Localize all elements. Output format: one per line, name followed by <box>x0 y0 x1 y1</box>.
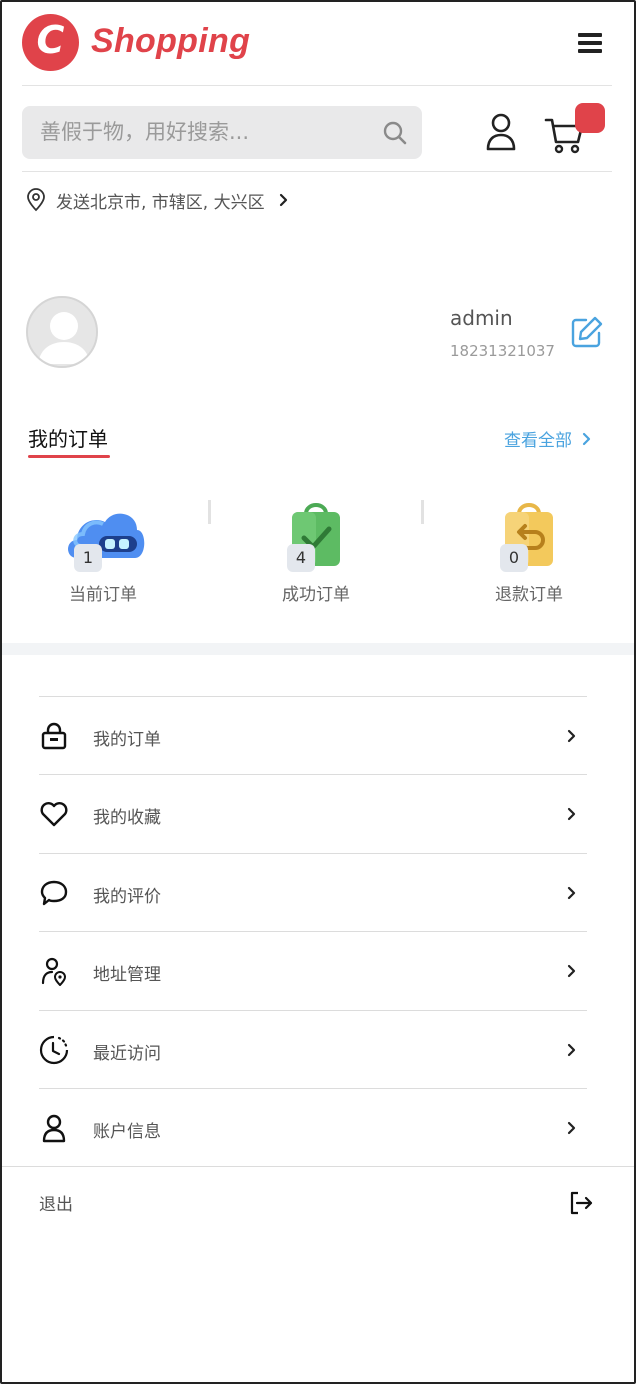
search-box <box>22 106 422 159</box>
avatar[interactable] <box>26 296 98 368</box>
section-separator <box>0 643 636 655</box>
search-row <box>22 86 612 172</box>
user-icon <box>42 1114 66 1143</box>
order-stat-label: 成功订单 <box>282 585 350 605</box>
menu-item-address[interactable]: 地址管理 <box>39 931 587 1009</box>
order-stat-refund[interactable]: 0 退款订单 <box>469 498 589 608</box>
menu-item-label: 地址管理 <box>93 965 161 985</box>
user-location-icon <box>41 957 67 986</box>
menu-item-my-orders[interactable]: 我的订单 <box>39 696 587 774</box>
delivery-location[interactable]: 发送北京市, 市辖区, 大兴区 <box>26 186 289 214</box>
order-stat-success[interactable]: 4 成功订单 <box>256 498 376 608</box>
menu-item-label: 账户信息 <box>93 1122 161 1142</box>
orders-title[interactable]: 我的订单 <box>28 423 108 452</box>
stat-divider <box>421 500 424 524</box>
hamburger-icon[interactable] <box>578 33 602 53</box>
shopping-bag-check-icon <box>292 503 340 566</box>
chevron-right-icon <box>582 432 591 445</box>
menu-item-label: 我的收藏 <box>93 808 161 828</box>
location-pin-icon <box>27 188 45 212</box>
list-divider <box>0 1166 636 1167</box>
menu-item-account[interactable]: 账户信息 <box>39 1088 587 1166</box>
order-stat-current[interactable]: 1 当前订单 <box>43 498 163 608</box>
brand-logo[interactable]: C <box>22 14 79 71</box>
brand-name[interactable]: Shopping <box>91 22 250 61</box>
cloud-robot-icon <box>68 513 145 558</box>
menu-item-label: 我的订单 <box>93 730 161 750</box>
delivery-address: 发送北京市, 市辖区, 大兴区 <box>56 192 265 213</box>
order-count-badge: 0 <box>500 544 528 572</box>
top-header: C Shopping <box>22 14 612 86</box>
cart-badge[interactable] <box>575 103 605 133</box>
heart-icon <box>40 802 68 827</box>
view-all-orders-link[interactable]: 查看全部 <box>504 426 592 451</box>
edit-icon[interactable] <box>570 315 604 349</box>
logout-icon[interactable] <box>568 1190 594 1216</box>
chevron-right-icon <box>567 1121 576 1135</box>
view-all-label: 查看全部 <box>504 431 572 451</box>
chevron-right-icon <box>567 729 576 743</box>
default-avatar-icon <box>28 298 96 366</box>
logo-letter: C <box>36 18 65 62</box>
clock-icon <box>39 1035 69 1065</box>
search-input[interactable] <box>40 118 370 146</box>
menu-item-favorites[interactable]: 我的收藏 <box>39 774 587 852</box>
chevron-right-icon <box>567 807 576 821</box>
refund-bag-icon <box>505 503 553 566</box>
user-account-icon[interactable] <box>485 113 517 151</box>
menu-item-recent[interactable]: 最近访问 <box>39 1010 587 1088</box>
chevron-right-icon <box>567 1043 576 1057</box>
orders-tab-underline <box>28 455 110 458</box>
chat-bubble-icon <box>40 880 68 906</box>
chevron-right-icon <box>567 964 576 978</box>
menu-item-reviews[interactable]: 我的评价 <box>39 853 587 931</box>
order-stat-label: 退款订单 <box>495 585 563 605</box>
search-icon[interactable] <box>382 120 408 146</box>
order-count-badge: 1 <box>74 544 102 572</box>
username: admin <box>450 306 513 330</box>
menu-item-label: 我的评价 <box>93 887 161 907</box>
order-stat-label: 当前订单 <box>69 585 137 605</box>
order-count-badge: 4 <box>287 544 315 572</box>
stat-divider <box>208 500 211 524</box>
chevron-right-icon <box>279 193 287 207</box>
chevron-right-icon <box>567 886 576 900</box>
phone-number: 18231321037 <box>450 342 555 360</box>
logout-button[interactable]: 退出 <box>39 1190 73 1215</box>
lock-bag-icon <box>41 722 67 750</box>
menu-item-label: 最近访问 <box>93 1044 161 1064</box>
